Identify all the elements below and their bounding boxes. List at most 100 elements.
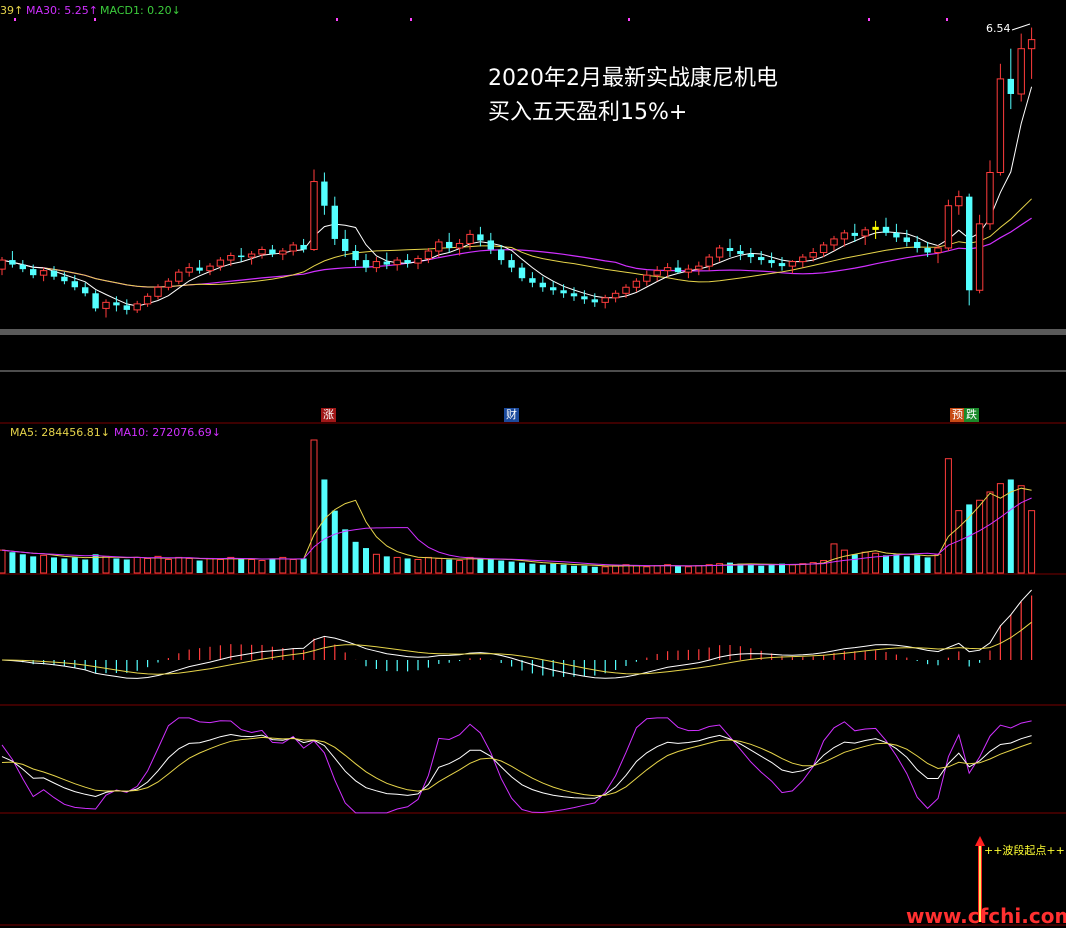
volume-bar <box>643 566 651 574</box>
candle-body <box>498 249 505 261</box>
volume-bar <box>196 560 203 573</box>
high-price-arrow <box>1011 23 1031 31</box>
candle-body <box>1007 78 1014 94</box>
volume-bar <box>675 565 681 573</box>
candle-body <box>861 229 869 237</box>
candle-body <box>175 271 183 282</box>
volume-bar <box>102 555 110 574</box>
volume-bar <box>352 541 359 573</box>
candle-body <box>986 172 994 225</box>
candle-body <box>840 232 849 240</box>
candle-body <box>206 265 214 272</box>
volume-bar <box>934 553 942 574</box>
candle-body <box>695 265 703 270</box>
volume-bar <box>840 549 848 574</box>
candle-body <box>331 205 338 239</box>
candle-body <box>342 238 349 252</box>
candle-body <box>362 260 370 268</box>
candle-body <box>955 196 963 207</box>
volume-bar <box>424 556 432 574</box>
candle-body <box>92 293 99 309</box>
volume-bar <box>632 565 640 574</box>
candle-body <box>737 251 744 255</box>
candle-body <box>50 270 58 277</box>
volume-bar <box>529 563 536 573</box>
candle-body <box>529 278 536 283</box>
volume-bar <box>581 565 588 573</box>
volume-bar <box>591 566 598 573</box>
candle-body <box>300 244 307 250</box>
candle-body <box>643 274 651 282</box>
volume-bar <box>248 558 256 574</box>
volume-bar <box>175 556 183 574</box>
top-marker-tick <box>14 18 16 21</box>
candle-body <box>882 226 890 233</box>
chart-canvas <box>0 18 1066 926</box>
candle-body <box>975 223 984 291</box>
candle-body <box>269 249 276 255</box>
volume-bar <box>799 563 807 574</box>
candle-body <box>289 244 297 252</box>
volume-bar <box>61 558 68 573</box>
candle-body <box>477 234 484 241</box>
volume-bar <box>164 558 172 574</box>
volume-bar <box>289 558 297 574</box>
volume-bar <box>113 558 120 573</box>
volume-bar <box>788 564 796 574</box>
candle-body <box>518 267 526 279</box>
volume-bar <box>9 552 16 573</box>
candle-body <box>143 295 152 305</box>
top-marker-tick <box>946 18 948 21</box>
candle-body <box>19 264 26 270</box>
volume-bar <box>768 564 775 573</box>
candle-body <box>653 270 661 276</box>
volume-bar <box>508 561 515 573</box>
volume-bar <box>404 558 411 573</box>
candle-body <box>601 297 609 303</box>
top-marker-tick <box>868 18 870 21</box>
candle-body <box>966 196 973 291</box>
candle-body <box>914 241 921 248</box>
candle-body <box>238 255 245 258</box>
volume-bar <box>883 555 889 573</box>
volume-bar <box>477 558 484 573</box>
volume-bar <box>986 491 994 574</box>
volume-bar <box>216 558 224 574</box>
volume-bar <box>123 559 130 573</box>
candle-body <box>82 287 89 294</box>
candle-body <box>611 292 620 299</box>
candle-body <box>591 299 598 303</box>
volume-bar <box>653 565 661 574</box>
signal-arrow-head <box>975 836 985 846</box>
candle-body <box>726 247 734 252</box>
volume-bar <box>456 560 464 574</box>
candle-body <box>227 255 235 261</box>
candle-body <box>414 258 422 264</box>
volume-bar <box>1017 485 1025 574</box>
volume-bar <box>133 556 141 574</box>
volume-bar <box>571 565 577 573</box>
volume-bar <box>487 559 494 573</box>
candle-body <box>581 296 588 300</box>
volume-bar <box>924 557 931 573</box>
volume-bar <box>71 557 78 573</box>
candle-body <box>352 251 359 261</box>
volume-bar <box>601 566 609 574</box>
stock-chart-terminal: 39↑ MA30: 5.25↑ MACD1: 0.20↓ 2020年2月最新实战… <box>0 0 1066 928</box>
candle-body <box>684 268 693 273</box>
ma20-line <box>1 198 1032 288</box>
candle-body <box>570 293 578 297</box>
volume-bar <box>560 564 567 573</box>
volume-bar <box>851 554 858 573</box>
volume-bar <box>393 556 401 574</box>
candle-body <box>424 250 433 260</box>
candle-body <box>321 181 328 206</box>
volume-bar <box>310 439 318 574</box>
candle-body <box>715 247 724 258</box>
candle-body <box>310 181 318 251</box>
volume-bar <box>466 556 474 574</box>
volume-bar <box>40 554 48 574</box>
candle-body <box>164 280 173 288</box>
candle-body <box>550 287 557 291</box>
candle-body <box>102 301 110 309</box>
